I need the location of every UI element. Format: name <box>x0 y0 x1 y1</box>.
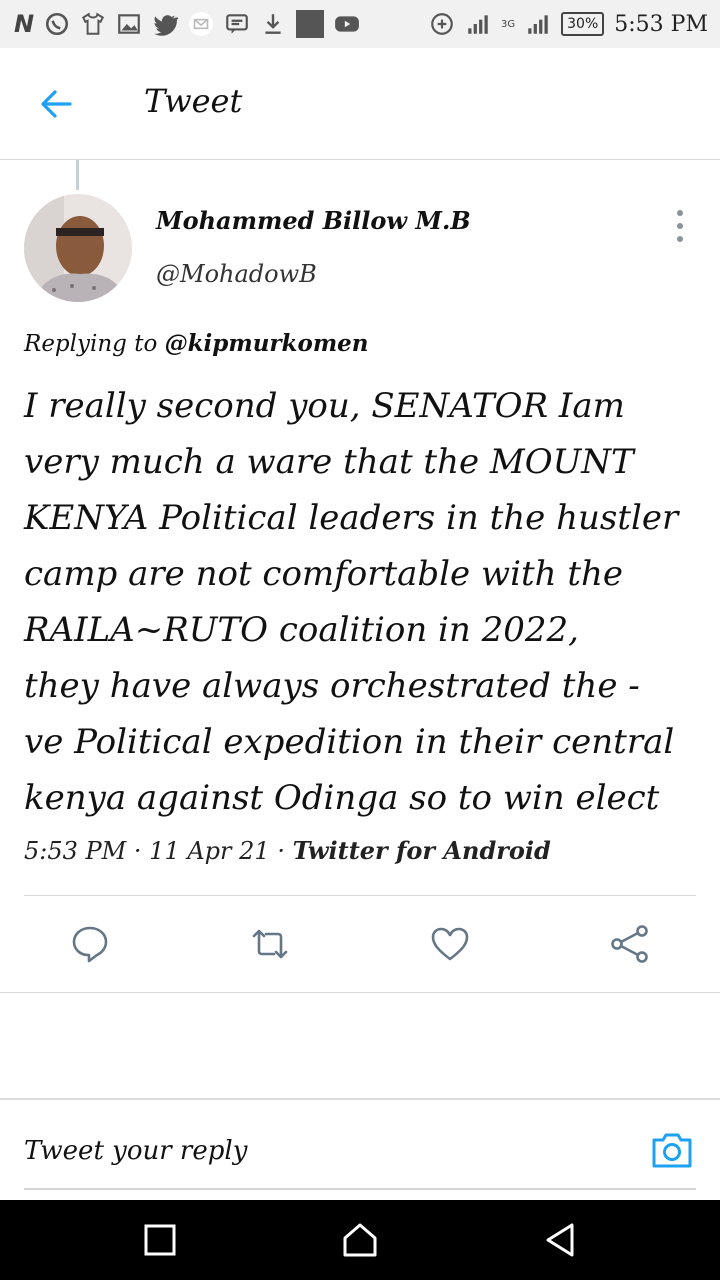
data-saver-icon <box>429 11 455 37</box>
app-icon <box>296 10 325 38</box>
message-icon <box>224 11 250 37</box>
reply-input[interactable]: Tweet your reply <box>24 1136 247 1166</box>
thread-line <box>76 160 79 190</box>
more-vertical-icon <box>677 210 683 216</box>
more-vertical-icon-dot <box>677 223 683 229</box>
share-icon <box>611 925 648 963</box>
email-icon <box>188 11 214 37</box>
signal-icon <box>525 11 551 37</box>
download-icon <box>260 11 286 37</box>
triangle-back-icon <box>546 1223 574 1257</box>
status-bar: N 3G 30% 5:53 PM <box>0 0 720 48</box>
battery-icon: 30% <box>561 12 605 36</box>
retweet-button[interactable] <box>248 922 292 966</box>
status-time: 5:53 PM <box>614 11 708 37</box>
tweet-actions <box>0 896 720 992</box>
signal-icon <box>465 11 491 37</box>
like-button[interactable] <box>428 922 472 966</box>
square-icon <box>144 1224 176 1256</box>
whatsapp-icon <box>44 11 70 37</box>
arrow-left-icon <box>41 90 72 118</box>
avatar[interactable] <box>24 194 132 302</box>
meta-separator: · <box>133 837 142 865</box>
replying-prefix: Replying to <box>24 331 158 357</box>
reply-button[interactable] <box>68 922 112 966</box>
meta-separator: · <box>277 837 285 865</box>
retweet-icon <box>252 929 288 959</box>
youtube-icon <box>334 11 360 37</box>
like-icon <box>431 927 469 961</box>
page-title: Tweet <box>144 82 243 120</box>
gallery-icon <box>116 11 142 37</box>
divider <box>0 992 720 993</box>
more-vertical-icon-dot <box>677 236 683 242</box>
reply-underline <box>24 1188 696 1190</box>
more-options-button[interactable] <box>666 210 694 242</box>
author-name[interactable]: Mohammed Billow M.B <box>156 206 471 235</box>
reply-composer: Tweet your reply <box>0 1098 720 1200</box>
tshirt-icon <box>80 11 106 37</box>
tweet-client-link[interactable]: Twitter for Android <box>293 836 551 865</box>
share-button[interactable] <box>608 922 652 966</box>
back-button[interactable] <box>36 84 76 124</box>
tweet-date: 11 Apr 21 <box>149 837 270 865</box>
tweet-meta: 5:53 PM · 11 Apr 21 · Twitter for Androi… <box>24 836 551 865</box>
n-icon: N <box>14 10 35 38</box>
tweet-text: I really second you, SENATOR Iam very mu… <box>24 386 679 818</box>
camera-icon <box>652 1133 692 1168</box>
network-type: 3G <box>501 18 516 30</box>
author-handle[interactable]: @MohadowB <box>156 260 317 288</box>
twitter-icon <box>152 11 179 37</box>
back-nav-button[interactable] <box>540 1220 580 1260</box>
system-nav-bar <box>0 1200 720 1280</box>
reply-icon <box>72 926 108 963</box>
replying-to: Replying to @kipmurkomen <box>24 330 369 357</box>
home-icon <box>343 1223 377 1257</box>
replying-mention-link[interactable]: @kipmurkomen <box>165 330 369 357</box>
camera-button[interactable] <box>650 1130 694 1170</box>
tweet-time: 5:53 PM <box>24 837 127 865</box>
recents-button[interactable] <box>140 1220 180 1260</box>
home-button[interactable] <box>340 1220 380 1260</box>
top-app-bar: Tweet <box>0 48 720 160</box>
